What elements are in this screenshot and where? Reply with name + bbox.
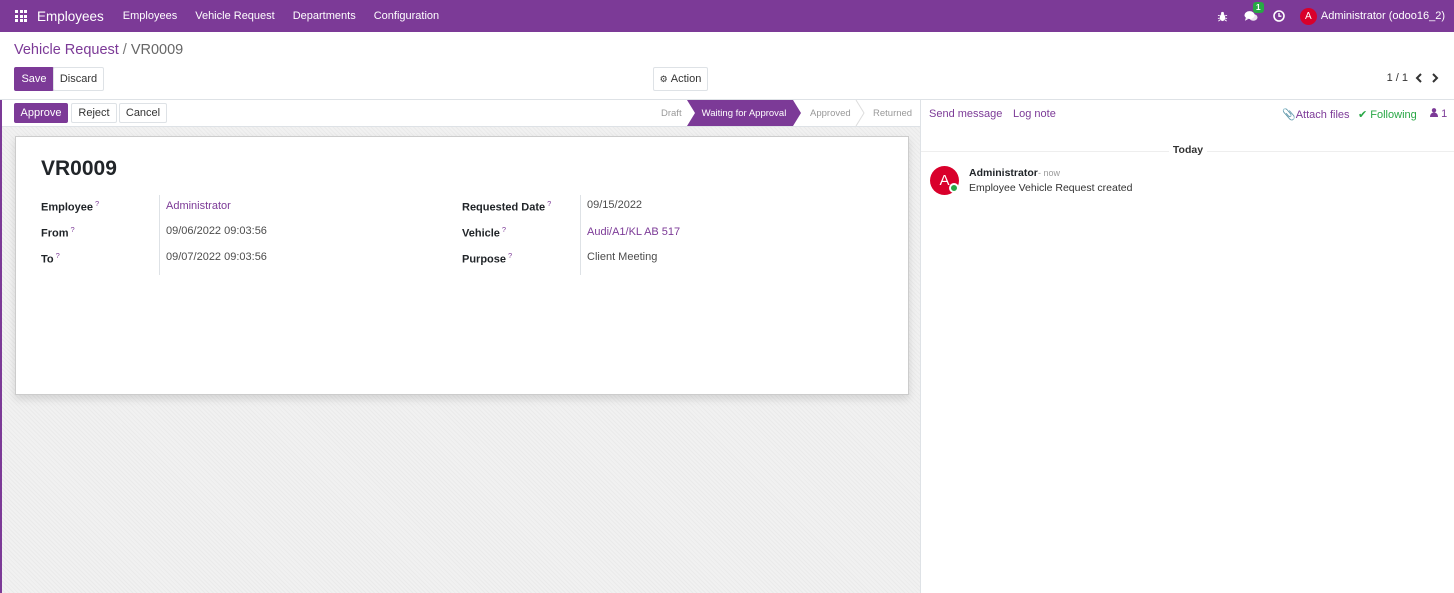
activity-clock-icon[interactable] [1272, 9, 1286, 23]
help-tooltip-icon[interactable]: ? [71, 225, 75, 234]
check-icon: ✔ [1358, 109, 1368, 121]
gear-icon: ⚙ [659, 73, 668, 84]
purpose-label: Purpose? [462, 251, 513, 266]
stage-chevron-icon [855, 100, 865, 126]
action-label: Action [670, 73, 702, 85]
send-message-button[interactable]: Send message [929, 108, 1002, 120]
field-divider [159, 195, 160, 275]
form-sheet: VR0009 Employee? Administrator From? 09/… [15, 136, 909, 395]
message-body: Employee Vehicle Request created [969, 182, 1133, 194]
log-note-button[interactable]: Log note [1013, 108, 1056, 120]
pager-next-icon[interactable] [1430, 71, 1440, 85]
stage-draft[interactable]: Draft [661, 100, 682, 126]
paperclip-icon: 📎 [1282, 109, 1296, 121]
discard-button[interactable]: Discard [53, 67, 104, 91]
app-brand[interactable]: Employees [37, 9, 104, 24]
breadcrumb: Vehicle Request / VR0009 [14, 42, 183, 58]
to-label: To? [41, 251, 60, 266]
form-view: Approve Reject Cancel Draft Waiting for … [0, 100, 920, 593]
to-value[interactable]: 09/07/2022 09:03:56 [166, 251, 267, 263]
date-separator: Today [921, 144, 1454, 156]
following-button[interactable]: ✔ Following [1358, 108, 1417, 121]
online-status-icon [949, 183, 959, 193]
attach-files-button[interactable]: 📎Attach files [1282, 108, 1350, 121]
requested-date-label: Requested Date? [462, 199, 552, 214]
messaging-icon[interactable]: 1 [1244, 2, 1264, 23]
help-tooltip-icon[interactable]: ? [508, 251, 512, 260]
chatter: Send message Log note 📎Attach files ✔ Fo… [920, 100, 1454, 593]
help-tooltip-icon[interactable]: ? [56, 251, 60, 260]
menu-configuration[interactable]: Configuration [374, 10, 439, 22]
menu-departments[interactable]: Departments [293, 10, 356, 22]
employee-value[interactable]: Administrator [166, 200, 231, 212]
from-label: From? [41, 225, 75, 240]
breadcrumb-separator: / [122, 42, 127, 58]
message-time: - now [1038, 168, 1061, 178]
debug-bug-icon[interactable] [1216, 9, 1230, 23]
vehicle-label: Vehicle? [462, 225, 507, 240]
save-button[interactable]: Save [14, 67, 54, 91]
action-button[interactable]: ⚙ Action [653, 67, 708, 91]
record-name: VR0009 [41, 157, 117, 180]
user-icon [1430, 108, 1438, 117]
messaging-badge: 1 [1252, 2, 1264, 13]
field-divider [580, 195, 581, 275]
chatter-topbar: Send message Log note 📎Attach files ✔ Fo… [921, 100, 1454, 127]
apps-menu-icon[interactable] [15, 10, 27, 22]
help-tooltip-icon[interactable]: ? [95, 199, 99, 208]
pager-value[interactable]: 1 / 1 [1387, 72, 1408, 84]
followers-button[interactable]: 1 [1430, 108, 1447, 120]
reject-button[interactable]: Reject [71, 103, 117, 123]
menu-vehicle-request[interactable]: Vehicle Request [195, 10, 275, 22]
requested-date-value[interactable]: 09/15/2022 [587, 199, 642, 211]
breadcrumb-current: VR0009 [130, 42, 184, 58]
vehicle-value[interactable]: Audi/A1/KL AB 517 [587, 226, 680, 238]
stage-approved[interactable]: Approved [810, 100, 851, 126]
from-value[interactable]: 09/06/2022 09:03:56 [166, 225, 267, 237]
user-avatar[interactable]: A [1299, 7, 1317, 25]
status-bar: Approve Reject Cancel Draft Waiting for … [2, 100, 920, 127]
control-panel: Vehicle Request / VR0009 Save Discard ⚙ Ac… [0, 32, 1454, 100]
user-menu[interactable]: Administrator (odoo16_2) [1321, 10, 1445, 22]
message-author[interactable]: Administrator [969, 167, 1038, 179]
pager-previous-icon[interactable] [1414, 71, 1424, 85]
employee-label: Employee? [41, 199, 100, 214]
breadcrumb-parent[interactable]: Vehicle Request [14, 42, 119, 58]
stage-waiting-for-approval: Waiting for Approval [687, 100, 801, 126]
stage-returned[interactable]: Returned [873, 100, 912, 126]
purpose-value[interactable]: Client Meeting [587, 251, 657, 263]
help-tooltip-icon[interactable]: ? [502, 225, 506, 234]
help-tooltip-icon[interactable]: ? [547, 199, 551, 208]
menu-employees[interactable]: Employees [123, 10, 177, 22]
top-navbar: Employees Employees Vehicle Request Depa… [0, 0, 1454, 32]
cancel-button[interactable]: Cancel [119, 103, 167, 123]
approve-button[interactable]: Approve [14, 103, 68, 123]
